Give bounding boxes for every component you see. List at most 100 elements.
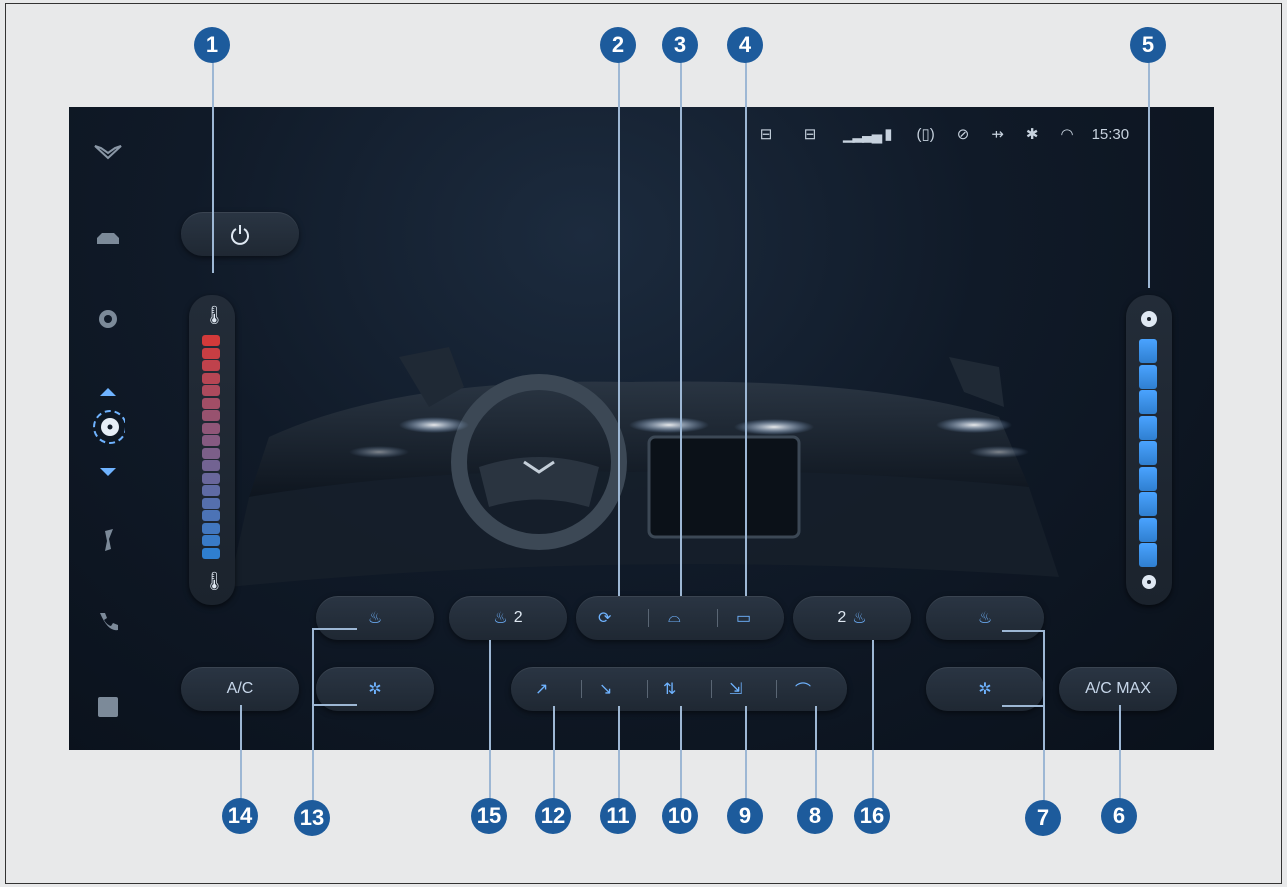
seat-heat-icon: ♨ [493,610,508,627]
divider [647,680,648,698]
temperature-segment [202,510,220,521]
power-icon [231,225,249,245]
callout-line-7b [1002,705,1044,707]
divider [776,680,777,698]
callout-line-16 [872,640,874,800]
apps-icon[interactable] [91,692,125,722]
divider [717,609,718,627]
callout-5: 5 [1130,27,1166,63]
recirculation-button[interactable]: ⟳ [598,608,611,628]
temperature-segment [202,397,220,409]
callout-line-7a [1002,630,1044,632]
callout-line-5 [1148,58,1150,288]
callout-line-6 [1119,705,1121,800]
fan-speed-segment [1139,441,1157,465]
callout-8: 8 [797,798,833,834]
climate-fan-icon[interactable] [91,407,125,447]
power-button[interactable] [181,212,299,256]
callout-line-14 [240,705,242,800]
wifi-icon: ◠ [1060,126,1074,143]
divider [711,680,712,698]
music-icon[interactable] [91,525,125,555]
car-icon[interactable] [91,224,125,254]
phone-icon[interactable] [91,607,125,637]
settings-icon[interactable] [91,304,125,334]
bluetooth-icon: ✱ [1025,126,1039,143]
seat-heat-front-icon: ⊟ [759,126,773,143]
airflow-feet-button[interactable]: ↘ [599,679,612,699]
callout-7: 7 [1025,800,1061,836]
temperature-segment [202,522,220,534]
temperature-down-icon: 🌡 [203,571,226,591]
callout-line-11 [618,706,620,801]
seat-heat-icon: ♨ [367,610,383,627]
rear-defrost-button[interactable]: ▭ [736,608,751,628]
logo-icon[interactable] [91,137,125,167]
airflow-face-button[interactable]: ↗ [535,679,548,699]
callout-13: 13 [294,800,330,836]
ac-max-label: A/C MAX [1085,680,1151,697]
temperature-segment [202,422,220,434]
callout-line-13a [312,628,357,630]
temperature-segment [202,485,220,496]
rear-right-seat-heat-button[interactable]: 2 ♨ [793,596,911,640]
clock: 15:30 [1091,125,1130,143]
signal-icon: ▁▂▃▄ [843,126,882,143]
fan-speed-segment [1139,390,1157,414]
temperature-segment [202,435,220,446]
divider [581,680,582,698]
fan-speed-segment [1139,415,1157,440]
temperature-up-icon: 🌡 [203,305,226,325]
callout-9: 9 [727,798,763,834]
fan-speed-slider[interactable] [1126,295,1172,605]
callout-line-7 [1043,630,1045,802]
callout-line-10 [680,706,682,801]
temperature-segment [202,360,220,371]
rear-left-seat-heat-button[interactable]: ♨ 2 [449,596,567,640]
temperature-slider[interactable]: 🌡 🌡 [189,295,235,605]
temperature-segment [202,472,220,484]
fan-speed-segment [1139,466,1157,491]
rear-right-seat-heat-label: 2 [837,609,847,626]
climate-fan-down-icon[interactable] [91,457,125,487]
temperature-segment [202,410,220,421]
callout-line-1 [212,58,214,273]
seat-ventilation-icon: ✲ [978,681,992,698]
passenger-seat-heat-button[interactable]: ♨ [926,596,1044,640]
temperature-segment [202,347,220,359]
callout-line-2 [618,58,620,596]
driver-seat-heat-button[interactable]: ♨ [316,596,434,640]
callout-line-9 [745,706,747,801]
airflow-face-feet-button[interactable]: ⇅ [663,679,676,699]
callout-1: 1 [194,27,230,63]
rear-left-seat-heat-label: 2 [513,609,523,626]
ac-label: A/C [226,680,254,697]
seat-heat-icon: ♨ [977,610,993,627]
callout-14: 14 [222,798,258,834]
callout-line-3 [680,58,682,596]
callout-15: 15 [471,798,507,834]
airflow-direction-group: ↗ ↘ ⇅ ⇲ ⌒ [511,667,847,711]
air-mode-group: ⟳ ⌓ ▭ [576,596,784,640]
callout-4: 4 [727,27,763,63]
fan-speed-segment [1139,364,1157,389]
airflow-windshield-button[interactable]: ⌒ [795,677,811,701]
callout-6: 6 [1101,798,1137,834]
callout-11: 11 [600,798,636,834]
seat-heat-rear-icon: ⊟ [803,126,817,143]
callout-line-13b [312,704,357,706]
callout-line-13 [312,628,314,802]
usb-icon: ⇸ [991,126,1004,143]
ac-max-button[interactable]: A/C MAX [1059,667,1177,711]
battery-icon: ▮ [884,126,893,143]
phone-vibrate-icon: (▯) [916,126,935,143]
fan-speed-segment [1139,517,1157,542]
front-defrost-button[interactable]: ⌓ [668,609,681,627]
callout-line-15 [489,640,491,800]
climate-fan-up-icon[interactable] [91,377,125,407]
status-icons: ⊟ ⊟ ▁▂▃▄ ▮ (▯) ⊘ ⇸ ✱ ◠ 15:30 [755,125,1130,144]
airflow-windshield-feet-button[interactable]: ⇲ [729,679,742,699]
callout-3: 3 [662,27,698,63]
mute-icon: ⊘ [956,126,970,143]
temperature-segment [202,372,220,384]
